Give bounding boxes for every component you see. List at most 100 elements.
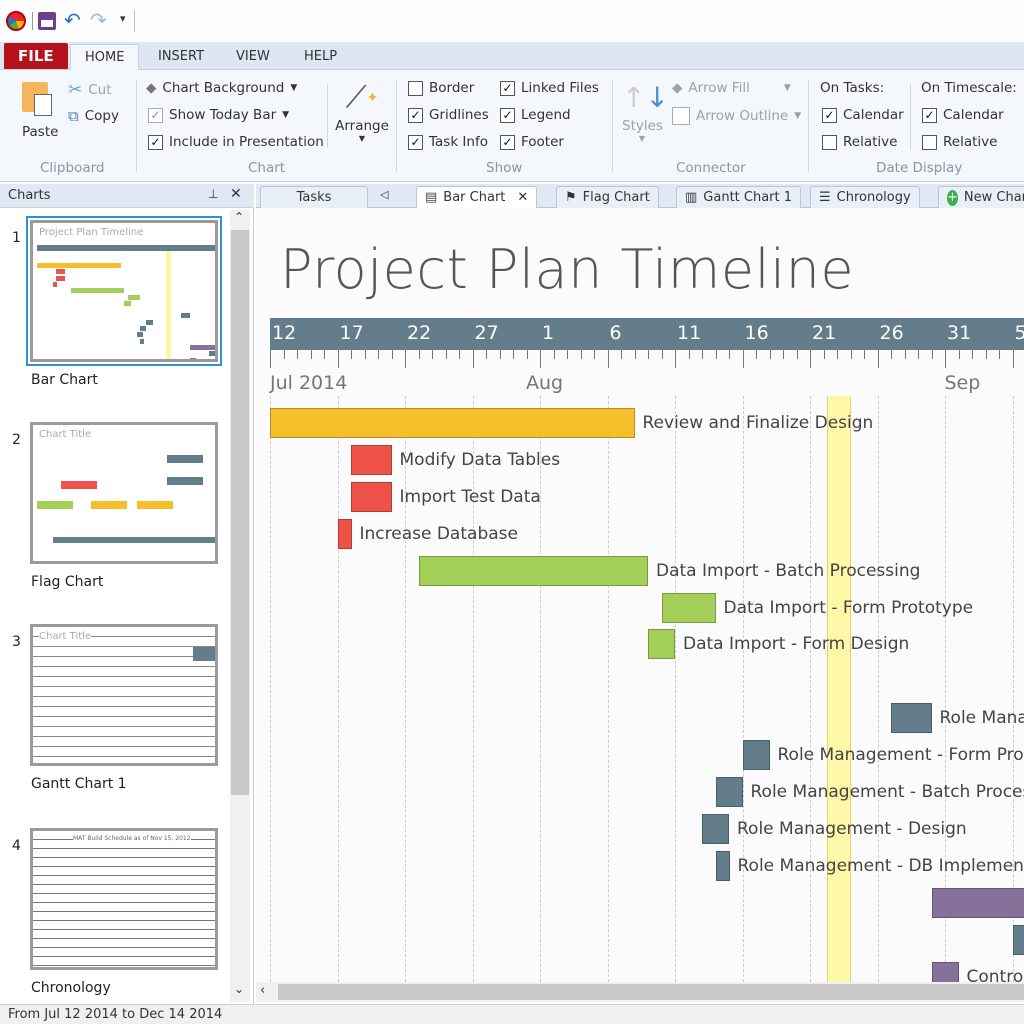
- chart-title: Project Plan Timeline: [280, 238, 855, 301]
- legend-checkbox[interactable]: ✓ Legend: [500, 107, 571, 123]
- thumbnail-bar-chart[interactable]: Project Plan Timeline: [26, 216, 222, 366]
- tab-scroll-left-icon[interactable]: ◁: [380, 188, 388, 201]
- arrow-fill-button[interactable]: ◆ Arrow Fill ▼: [672, 80, 791, 96]
- tab-flag-chart[interactable]: ⚑ Flag Chart: [556, 186, 659, 208]
- thumbnail-task-bar: [124, 300, 131, 306]
- timescale-tick: [958, 350, 960, 359]
- gridline: [607, 396, 609, 982]
- group-label-date-display: Date Display: [876, 160, 963, 176]
- task-label: Increase Database: [359, 523, 518, 544]
- timescale-label: 31: [947, 322, 972, 344]
- timescale-tick: [931, 350, 933, 359]
- thumbnail-label: Gantt Chart 1: [31, 776, 127, 792]
- paste-button[interactable]: Paste: [18, 78, 62, 142]
- quick-access-dropdown-icon[interactable]: ▾: [120, 12, 126, 25]
- close-icon[interactable]: ✕: [230, 186, 242, 202]
- timescale-tick: [796, 350, 798, 359]
- group-label-chart: Chart: [248, 160, 286, 176]
- tab-chronology[interactable]: ☰ Chronology: [810, 186, 920, 208]
- undo-icon[interactable]: ↶: [64, 8, 81, 32]
- checkbox-icon: ✓: [922, 107, 937, 123]
- timescale-label: 26: [879, 322, 904, 344]
- tab-new-chart[interactable]: + New Chart: [938, 186, 1024, 208]
- cut-button[interactable]: ✂ Cut: [68, 80, 112, 100]
- timescale-tick: [351, 350, 352, 359]
- tab-insert[interactable]: INSERT: [144, 44, 218, 70]
- footer-checkbox[interactable]: ✓ Footer: [500, 134, 564, 150]
- timescale-tick: [999, 350, 1000, 359]
- tab-gantt-chart-1[interactable]: ▥ Gantt Chart 1: [676, 186, 802, 208]
- thumbnail-title: MAT Build Schedule as of Nov 15, 2012: [73, 835, 191, 842]
- border-label: Border: [429, 80, 475, 96]
- tab-home[interactable]: HOME: [70, 44, 140, 71]
- timescale-tick: [891, 350, 892, 359]
- on-tasks-label: On Tasks:: [820, 80, 885, 96]
- thumbnail-chronology[interactable]: MAT Build Schedule as of Nov 15, 2012: [30, 828, 218, 970]
- calendar-label: Calendar: [943, 107, 1004, 123]
- tab-label: New Chart: [963, 189, 1024, 205]
- tab-bar-chart[interactable]: ▤ Bar Chart ✕: [416, 186, 538, 209]
- tasks-calendar-checkbox[interactable]: ✓ Calendar: [822, 107, 904, 123]
- include-in-presentation-checkbox[interactable]: ✓ Include in Presentation: [148, 134, 324, 150]
- thumbnail-task-bar: [180, 313, 190, 319]
- checkbox-icon: ✓: [148, 134, 163, 150]
- tab-label: Flag Chart: [582, 189, 650, 205]
- task-bar: [931, 961, 959, 982]
- linked-files-checkbox[interactable]: ✓ Linked Files: [500, 80, 599, 96]
- linked-files-label: Linked Files: [521, 80, 599, 96]
- scroll-up-icon[interactable]: ⌃: [234, 210, 244, 224]
- styles-button[interactable]: ↑↓ Styles ▼: [622, 78, 669, 143]
- task-bar: [891, 703, 932, 734]
- show-today-bar-checkbox[interactable]: ✓ Show Today Bar ▼: [148, 107, 289, 123]
- horizontal-scrollbar-thumb[interactable]: [278, 984, 1024, 1000]
- arrow-outline-button[interactable]: Arrow Outline ▼: [672, 107, 801, 125]
- timescale-tick: [324, 350, 325, 359]
- gridlines-checkbox[interactable]: ✓ Gridlines: [408, 107, 489, 123]
- arrange-button[interactable]: ⟋✦ Arrange ▼: [334, 78, 390, 158]
- chart-background-button[interactable]: ◆ Chart Background ▼: [146, 80, 297, 96]
- tab-file[interactable]: FILE: [4, 43, 68, 69]
- timescale-relative-checkbox[interactable]: Relative: [922, 134, 997, 150]
- timescale-tick: [418, 350, 420, 359]
- timescale-tick: [472, 350, 474, 368]
- timescale-tick: [972, 350, 973, 359]
- dropdown-arrow-icon: ▼: [282, 110, 290, 120]
- checkbox-icon: [922, 134, 937, 150]
- timescale-calendar-checkbox[interactable]: ✓ Calendar: [922, 107, 1004, 123]
- tab-view[interactable]: VIEW: [222, 44, 284, 70]
- timescale-tick: [580, 350, 582, 359]
- scroll-left-icon[interactable]: ‹: [260, 983, 265, 998]
- panel-scrollbar-thumb[interactable]: [231, 230, 249, 795]
- border-checkbox[interactable]: Border: [408, 80, 474, 96]
- tasks-relative-checkbox[interactable]: Relative: [822, 134, 897, 150]
- timescale-band: 12 17 22 27 1 6 11 16 21 26 31 5: [270, 318, 1024, 350]
- scroll-down-icon[interactable]: ⌄: [234, 982, 244, 996]
- timescale-tick: [540, 350, 541, 368]
- timescale-tick: [702, 350, 703, 359]
- timescale-label: 12: [272, 322, 297, 344]
- save-icon[interactable]: [38, 12, 56, 30]
- gridline: [810, 396, 811, 982]
- timeline-chart[interactable]: Project Plan Timeline 12 17 22 27 1 6 11 16 21 26…: [256, 208, 1024, 982]
- arrow-fill-label: Arrow Fill: [688, 80, 750, 96]
- task-bar: [742, 740, 770, 771]
- thumbnail-flag-chart[interactable]: Chart Title: [30, 422, 218, 564]
- task-info-checkbox[interactable]: ✓ Task Info: [408, 134, 488, 150]
- chart-background-label: Chart Background: [162, 80, 285, 96]
- thumbnail-label: Chronology: [31, 980, 111, 996]
- group-label-show: Show: [486, 160, 523, 176]
- arrow-outline-label: Arrow Outline: [696, 108, 789, 124]
- copy-button[interactable]: ⧉ Copy: [68, 107, 119, 125]
- redo-icon[interactable]: ↷: [90, 8, 107, 32]
- thumbnail-title: Project Plan Timeline: [39, 227, 144, 238]
- pin-icon[interactable]: ⊥: [208, 187, 218, 201]
- tab-help[interactable]: HELP: [290, 44, 351, 70]
- gridline: [877, 396, 879, 982]
- close-tab-icon[interactable]: ✕: [517, 187, 528, 209]
- timescale-label: 1: [542, 322, 555, 344]
- thumbnail-gantt-chart[interactable]: Chart Title: [30, 624, 218, 766]
- group-label-connector: Connector: [676, 160, 746, 176]
- timescale-tick: [715, 350, 717, 359]
- tab-tasks[interactable]: Tasks: [260, 186, 368, 208]
- ribbon: Paste ✂ Cut ⧉ Copy Clipboard ◆ Chart Backgr…: [0, 70, 1024, 182]
